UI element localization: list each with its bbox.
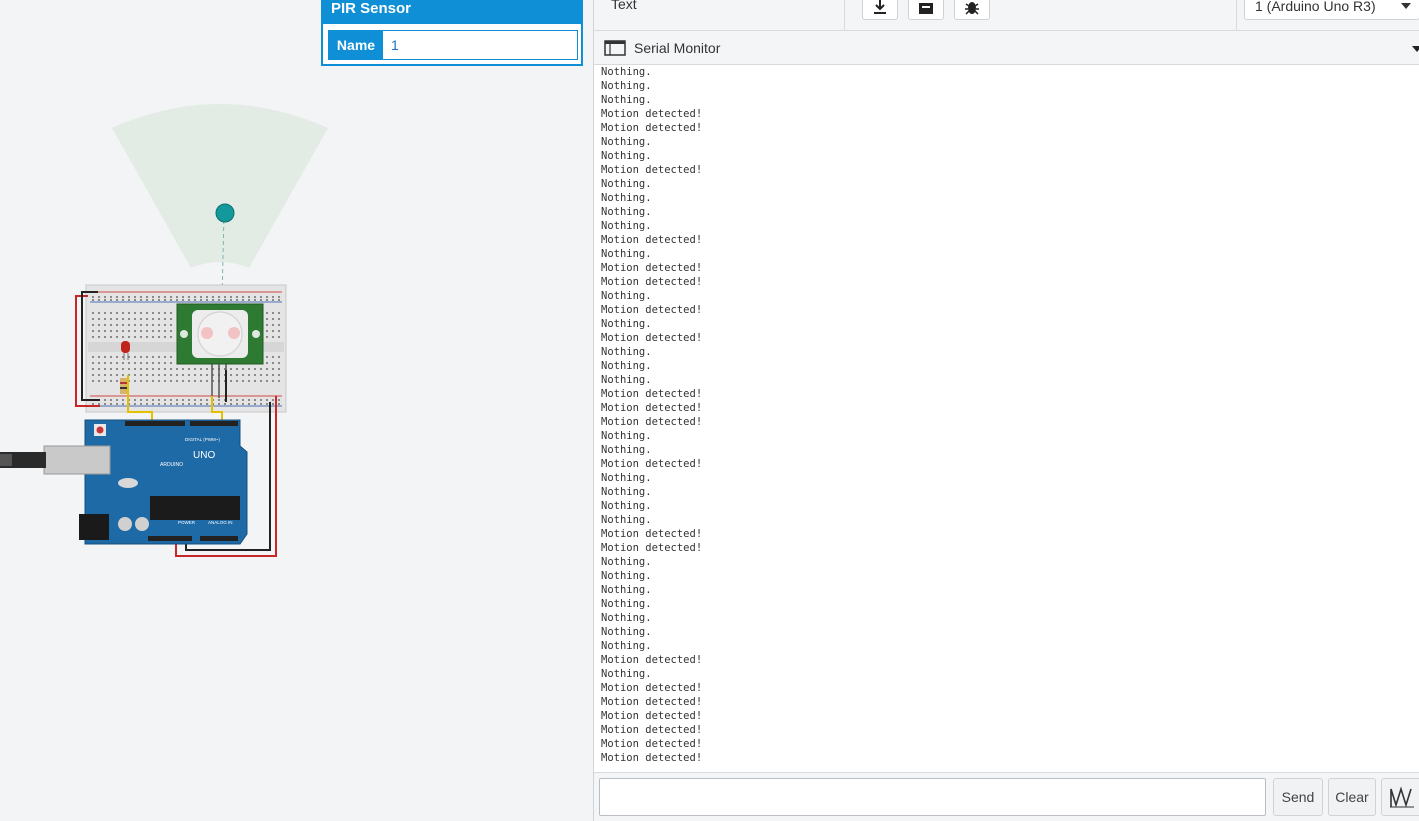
- debug-bug-icon: [965, 2, 979, 15]
- serial-line: Motion detected!: [601, 388, 703, 400]
- serial-line: Nothing.: [601, 360, 652, 372]
- uno-label: UNO: [193, 450, 215, 461]
- pir-detection-area: [112, 104, 328, 268]
- serial-line: Motion detected!: [601, 332, 703, 344]
- serial-line: Nothing.: [601, 430, 652, 442]
- serial-line: Motion detected!: [601, 528, 703, 540]
- serial-line: Nothing.: [601, 612, 652, 624]
- serial-line: Nothing.: [601, 346, 652, 358]
- serial-line: Motion detected!: [601, 542, 703, 554]
- device-select-value: 1 (Arduino Uno R3): [1255, 0, 1376, 14]
- serial-line: Motion detected!: [601, 416, 703, 428]
- serial-line: Motion detected!: [601, 122, 703, 134]
- serial-line: Motion detected!: [601, 654, 703, 666]
- serial-line: Motion detected!: [601, 262, 703, 274]
- name-input[interactable]: [383, 31, 577, 59]
- circuit-svg[interactable]: ARDUINO UNO DIGITAL (PWM~) POWER ANALOG …: [0, 0, 593, 821]
- serial-line: Motion detected!: [601, 164, 703, 176]
- serial-line: Motion detected!: [601, 304, 703, 316]
- code-mode-select[interactable]: Text: [611, 0, 637, 12]
- serial-line: Nothing.: [601, 318, 652, 330]
- serial-input-bar: Send Clear: [594, 772, 1419, 821]
- serial-line: Nothing.: [601, 514, 652, 526]
- uno-power-label: POWER: [178, 520, 196, 525]
- serial-line: Motion detected!: [601, 752, 703, 764]
- serial-monitor-title: Serial Monitor: [634, 40, 721, 56]
- serial-line: Nothing.: [601, 668, 652, 680]
- serial-line: Motion detected!: [601, 458, 703, 470]
- device-select[interactable]: 1 (Arduino Uno R3): [1244, 0, 1419, 20]
- serial-monitor-header[interactable]: Serial Monitor: [594, 31, 1419, 65]
- serial-line: Nothing.: [601, 444, 652, 456]
- serial-input[interactable]: [599, 778, 1266, 816]
- properties-panel: PIR Sensor Name: [321, 0, 583, 66]
- serial-line: Nothing.: [601, 486, 652, 498]
- serial-line: Nothing.: [601, 500, 652, 512]
- serial-monitor-icon: [604, 40, 626, 56]
- serial-line: Motion detected!: [601, 108, 703, 120]
- serial-line: Nothing.: [601, 178, 652, 190]
- serial-line: Nothing.: [601, 598, 652, 610]
- pir-target-handle[interactable]: [215, 203, 235, 223]
- serial-line: Motion detected!: [601, 402, 703, 414]
- serial-line: Nothing.: [601, 472, 652, 484]
- collapse-caret-icon[interactable]: [1412, 46, 1419, 52]
- serial-line: Nothing.: [601, 136, 652, 148]
- circuit-canvas[interactable]: ARDUINO UNO DIGITAL (PWM~) POWER ANALOG …: [0, 0, 593, 821]
- serial-line: Motion detected!: [601, 696, 703, 708]
- serial-output-lines: Nothing. Nothing. Nothing. Motion detected!…: [594, 65, 1419, 765]
- serial-line: Motion detected!: [601, 276, 703, 288]
- serial-line: Nothing.: [601, 192, 652, 204]
- arduino-uno[interactable]: ARDUINO UNO DIGITAL (PWM~) POWER ANALOG …: [0, 419, 248, 545]
- upload-icon: [919, 3, 933, 14]
- serial-line: Nothing.: [601, 374, 652, 386]
- serial-line: Nothing.: [601, 220, 652, 232]
- download-button[interactable]: [862, 0, 898, 20]
- serial-line: Motion detected!: [601, 234, 703, 246]
- serial-line: Motion detected!: [601, 682, 703, 694]
- serial-line: Nothing.: [601, 248, 652, 260]
- send-button[interactable]: Send: [1273, 778, 1323, 816]
- debugger-button[interactable]: [954, 0, 990, 20]
- serial-line: Nothing.: [601, 640, 652, 652]
- serial-line: Motion detected!: [601, 738, 703, 750]
- name-row: Name: [328, 30, 578, 60]
- serial-output[interactable]: Nothing. Nothing. Nothing. Motion detected!…: [594, 65, 1419, 772]
- code-panel: Text 1 (Arduino Uno R3) Serial Monitor N…: [593, 0, 1419, 821]
- toolbar-divider: [844, 0, 845, 30]
- serial-line: Nothing.: [601, 206, 652, 218]
- upload-button[interactable]: [908, 0, 944, 20]
- chevron-down-icon: [1401, 3, 1411, 9]
- clear-button[interactable]: Clear: [1328, 778, 1376, 816]
- serial-line: Nothing.: [601, 80, 652, 92]
- resistor[interactable]: [120, 378, 127, 394]
- uno-digital-label: DIGITAL (PWM~): [185, 437, 220, 442]
- serial-line: Nothing.: [601, 150, 652, 162]
- toolbar-divider-2: [1236, 0, 1237, 30]
- serial-line: Nothing.: [601, 584, 652, 596]
- download-icon: [874, 0, 886, 14]
- serial-line: Nothing.: [601, 556, 652, 568]
- serial-line: Nothing.: [601, 94, 652, 106]
- uno-brand: ARDUINO: [160, 462, 183, 468]
- code-toolbar: Text 1 (Arduino Uno R3): [594, 0, 1419, 31]
- serial-line: Motion detected!: [601, 710, 703, 722]
- serial-line: Nothing.: [601, 66, 652, 78]
- uno-analog-label: ANALOG IN: [208, 520, 233, 525]
- serial-line: Nothing.: [601, 290, 652, 302]
- serial-line: Nothing.: [601, 626, 652, 638]
- properties-title: PIR Sensor: [323, 0, 581, 24]
- graph-toggle-button[interactable]: [1381, 778, 1419, 816]
- serial-line: Motion detected!: [601, 724, 703, 736]
- serial-line: Nothing.: [601, 570, 652, 582]
- graph-icon: [1390, 786, 1414, 808]
- name-label: Name: [329, 31, 383, 59]
